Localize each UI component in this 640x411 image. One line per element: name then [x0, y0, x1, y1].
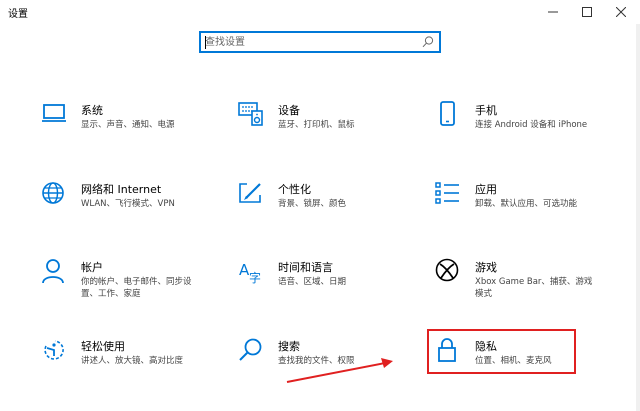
search-input[interactable]: [205, 35, 419, 49]
settings-window: 设置 系统 显示、声音、通知、电源: [0, 0, 640, 411]
minimize-button[interactable]: [536, 0, 570, 24]
tile-description: 你的帐户、电子邮件、同步设 置、工作、家庭: [81, 276, 192, 300]
tile-gaming[interactable]: 游戏 Xbox Game Bar、捕获、游戏 模式: [435, 258, 625, 318]
personalization-icon: [239, 183, 261, 203]
tile-description: 背景、锁屏、颜色: [278, 199, 347, 209]
globe-icon: [42, 182, 64, 204]
svg-text:字: 字: [249, 270, 261, 284]
tile-time-language[interactable]: A 字 时间和语言 语音、区域、日期: [238, 258, 428, 318]
xbox-icon: [435, 258, 459, 282]
tile-accounts[interactable]: 帐户 你的帐户、电子邮件、同步设 置、工作、家庭: [41, 258, 231, 318]
tile-description: Xbox Game Bar、捕获、游戏 模式: [475, 276, 592, 300]
tile-description: 连接 Android 设备和 iPhone: [475, 120, 588, 130]
search-box[interactable]: [199, 31, 441, 53]
tile-network[interactable]: 网络和 Internet WLAN、飞行模式、VPN: [41, 180, 231, 240]
tile-description: 卸载、默认应用、可选功能: [475, 199, 578, 209]
tile-description: 显示、声音、通知、电源: [81, 120, 175, 130]
window-title: 设置: [8, 9, 28, 20]
ease-of-access-icon: [44, 340, 64, 360]
tile-system[interactable]: 系统 显示、声音、通知、电源: [41, 101, 231, 161]
maximize-button[interactable]: [570, 0, 604, 24]
tile-title: 手机: [475, 104, 497, 117]
tile-description: 讲述人、放大镜、高对比度: [81, 356, 184, 366]
tile-title: 应用: [475, 183, 497, 196]
tile-title: 帐户: [81, 261, 103, 274]
search-icon: [422, 36, 434, 48]
time-language-icon: A 字: [239, 261, 261, 284]
text-caret: [205, 36, 206, 49]
maximize-icon: [582, 7, 592, 17]
tile-title: 时间和语言: [278, 261, 333, 274]
tile-description: WLAN、飞行模式、VPN: [81, 199, 175, 209]
close-button[interactable]: [604, 0, 638, 24]
close-icon: [616, 7, 626, 17]
laptop-icon: [42, 104, 66, 122]
tile-title: 系统: [81, 104, 103, 117]
tile-phone[interactable]: 手机 连接 Android 设备和 iPhone: [435, 101, 625, 161]
tile-title: 设备: [278, 104, 300, 117]
tile-title: 网络和 Internet: [81, 183, 162, 196]
scrollbar[interactable]: [636, 24, 640, 411]
tile-description-line: 置、工作、家庭: [81, 289, 141, 299]
tile-title: 轻松使用: [81, 340, 125, 353]
minimize-icon: [548, 11, 558, 13]
tile-ease-of-access[interactable]: 轻松使用 讲述人、放大镜、高对比度: [41, 337, 231, 397]
tile-apps[interactable]: 应用 卸载、默认应用、可选功能: [435, 180, 625, 240]
apps-icon: [435, 182, 459, 204]
tile-personalization[interactable]: 个性化 背景、锁屏、颜色: [238, 180, 428, 240]
tile-title: 搜索: [278, 340, 300, 353]
annotation-arrow-icon: [286, 358, 393, 383]
tile-description-line: 模式: [475, 289, 493, 299]
tile-description-line: Xbox Game Bar、捕获、游戏: [475, 277, 593, 287]
search-icon: [239, 338, 262, 361]
tile-title: 个性化: [278, 183, 311, 196]
title-bar: 设置: [0, 0, 640, 24]
tile-title: 游戏: [475, 261, 497, 274]
tile-description: 蓝牙、打印机、鼠标: [278, 120, 355, 130]
phone-icon: [440, 101, 455, 126]
tile-description: 语音、区域、日期: [278, 277, 347, 287]
tile-description-line: 你的帐户、电子邮件、同步设: [81, 277, 192, 287]
devices-icon: [238, 102, 263, 126]
tile-devices[interactable]: 设备 蓝牙、打印机、鼠标: [238, 101, 428, 161]
privacy-highlight-box: [427, 329, 576, 374]
person-icon: [42, 259, 64, 284]
